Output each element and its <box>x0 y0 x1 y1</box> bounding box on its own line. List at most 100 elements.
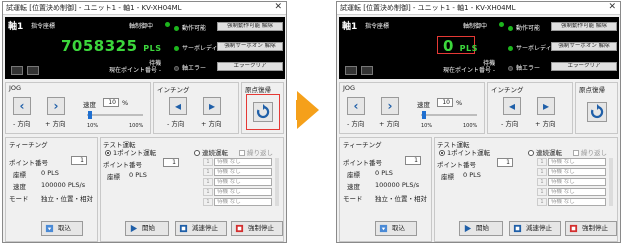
inching-plus-label: + 方向 <box>535 120 556 128</box>
force-servo-release-button[interactable]: 強制サーボオン 解除 <box>217 42 283 51</box>
wait-select-2[interactable]: 待機 なし <box>548 168 606 176</box>
jog-speed-input[interactable]: 10 <box>103 98 119 107</box>
command-unit: PLS <box>143 44 162 53</box>
repeat-label: 繰り返し <box>247 149 273 157</box>
jog-plus-button[interactable]: › <box>381 97 399 115</box>
jog-speed-slider-thumb[interactable] <box>422 111 426 119</box>
wait-select-5[interactable]: 待機 なし <box>548 198 606 206</box>
home-return-button[interactable] <box>253 102 273 122</box>
jog-speed-slider-thumb[interactable] <box>88 111 92 119</box>
slider-max-label: 100% <box>129 123 144 129</box>
jog-speed-unit: % <box>456 99 463 107</box>
row-number-4: 1 <box>537 188 547 196</box>
jog-minus-button[interactable]: ‹ <box>347 97 365 115</box>
jog-speed-slider[interactable] <box>87 114 143 116</box>
test-point-input[interactable]: 1 <box>163 158 179 167</box>
jog-speed-label: 速度 <box>417 101 430 109</box>
jog-speed-slider[interactable] <box>421 114 477 116</box>
continuous-radio[interactable]: 連続運転 <box>528 147 562 157</box>
window-title: 試運転 [位置決め制御] - ユニット1 - 軸1 - KV-XH04ML <box>340 4 516 12</box>
error-lamp <box>508 66 513 71</box>
command-value-number: 7058325 <box>61 37 138 55</box>
row-number-2: 1 <box>537 168 547 176</box>
control-state: 軸制御中 <box>463 23 488 30</box>
error-clear-button[interactable]: エラークリア <box>217 62 283 71</box>
standby-text: 待機 <box>483 60 496 67</box>
test-run-window-after: 試運転 [位置決め制御] - ユニット1 - 軸1 - KV-XH04ML ✕ … <box>336 1 621 243</box>
inching-plus-button[interactable]: ▸ <box>203 97 221 115</box>
teaching-import-button[interactable]: 取込 <box>375 221 417 236</box>
step-left-icon: ◂ <box>174 99 182 113</box>
close-icon[interactable]: ✕ <box>274 2 282 12</box>
force-servo-release-button[interactable]: 強制サーボオン 解除 <box>551 42 617 51</box>
force-ready-release-button[interactable]: 強制動作可能 解除 <box>551 22 617 31</box>
chevron-right-icon: › <box>53 99 59 113</box>
inching-minus-button[interactable]: ◂ <box>503 97 521 115</box>
teaching-import-button[interactable]: 取込 <box>41 221 83 236</box>
jog-minus-button[interactable]: ‹ <box>13 97 31 115</box>
test-list-scrollbar[interactable] <box>275 158 279 206</box>
forced-stop-label: 強制停止 <box>248 224 274 232</box>
list-icon[interactable] <box>27 66 39 75</box>
wait-select-1[interactable]: 待機 なし <box>548 158 606 166</box>
monitor-icon[interactable] <box>345 66 357 75</box>
wait-select-5[interactable]: 待機 なし <box>214 198 272 206</box>
servo-label: サーボレディ <box>182 45 218 52</box>
decel-stop-button[interactable]: 減速停止 <box>175 221 227 236</box>
test-list-scrollbar[interactable] <box>609 158 613 206</box>
teaching-point-input[interactable]: 1 <box>71 156 87 165</box>
start-button[interactable]: 開始 <box>125 221 169 236</box>
forced-stop-button[interactable]: 強制停止 <box>231 221 283 236</box>
inching-minus-label: - 方向 <box>501 120 519 128</box>
forced-stop-button[interactable]: 強制停止 <box>565 221 617 236</box>
forced-stop-icon <box>235 224 244 233</box>
start-button[interactable]: 開始 <box>459 221 503 236</box>
repeat-check <box>239 150 245 156</box>
teaching-point-input[interactable]: 1 <box>405 156 421 165</box>
repeat-check <box>573 150 579 156</box>
wait-select-4[interactable]: 待機 なし <box>548 188 606 196</box>
single-point-radio[interactable]: 1ポイント運転 <box>105 147 156 157</box>
repeat-checkbox[interactable]: 繰り返し <box>573 147 607 157</box>
repeat-checkbox[interactable]: 繰り返し <box>239 147 273 157</box>
error-clear-button[interactable]: エラークリア <box>551 62 617 71</box>
inching-minus-button[interactable]: ◂ <box>169 97 187 115</box>
import-icon <box>379 224 388 233</box>
jog-plus-button[interactable]: › <box>47 97 65 115</box>
slider-min-label: 10% <box>87 123 99 129</box>
ready-lamp <box>174 26 179 31</box>
home-title: 原点復帰 <box>579 86 605 94</box>
window-title: 試運転 [位置決め制御] - ユニット1 - 軸1 - KV-XH04ML <box>6 4 182 12</box>
teaching-point-label: ポイント番号 <box>343 159 382 167</box>
wait-select-3[interactable]: 待機 なし <box>548 178 606 186</box>
decel-stop-button[interactable]: 減速停止 <box>509 221 561 236</box>
single-point-label: 1ポイント運転 <box>113 149 157 157</box>
row-number-5: 1 <box>203 198 213 206</box>
error-label: 軸エラー <box>182 65 207 72</box>
inching-plus-button[interactable]: ▸ <box>537 97 555 115</box>
error-label: 軸エラー <box>516 65 541 72</box>
row-number-4: 1 <box>203 188 213 196</box>
wait-select-3[interactable]: 待機 なし <box>214 178 272 186</box>
wait-select-4[interactable]: 待機 なし <box>214 188 272 196</box>
single-point-radio[interactable]: 1ポイント運転 <box>439 147 490 157</box>
jog-speed-input[interactable]: 10 <box>437 98 453 107</box>
wait-select-1[interactable]: 待機 なし <box>214 158 272 166</box>
home-return-button[interactable] <box>587 102 607 122</box>
standby-info: 待機 現在ポイント番号 - <box>109 60 161 74</box>
slider-max-label: 100% <box>463 123 478 129</box>
continuous-label: 連続運転 <box>202 149 228 157</box>
teaching-mode-value: 独立・位置・相対 <box>375 195 427 203</box>
close-icon[interactable]: ✕ <box>608 2 616 12</box>
standby-text: 待機 <box>149 60 162 67</box>
home-return-icon <box>590 104 604 119</box>
wait-select-2[interactable]: 待機 なし <box>214 168 272 176</box>
test-point-input[interactable]: 1 <box>497 158 513 167</box>
list-icon[interactable] <box>361 66 373 75</box>
chevron-right-icon: › <box>387 99 393 113</box>
continuous-radio[interactable]: 連続運転 <box>194 147 228 157</box>
single-point-radio-dot <box>105 150 111 156</box>
import-icon <box>45 224 54 233</box>
monitor-icon[interactable] <box>11 66 23 75</box>
force-ready-release-button[interactable]: 強制動作可能 解除 <box>217 22 283 31</box>
